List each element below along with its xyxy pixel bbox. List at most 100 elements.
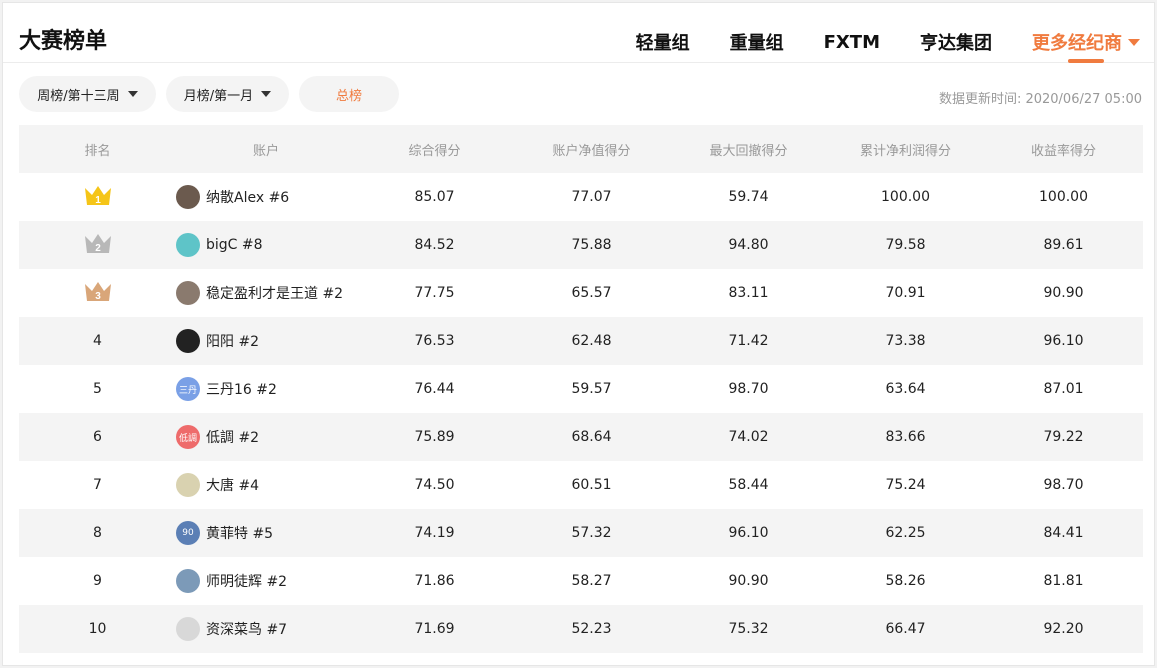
table-row[interactable]: 1 纳散Alex #6 85.07 77.07 59.74 100.00 100.00 (19, 173, 1143, 221)
account-cell: 低調 低調 #2 (176, 413, 356, 461)
net-profit-score-cell: 79.58 (885, 237, 926, 253)
chevron-down-icon (127, 91, 138, 97)
avatar[interactable] (176, 185, 200, 209)
avatar[interactable] (176, 233, 200, 257)
table-row[interactable]: 2 bigC #8 84.52 75.88 94.80 79.58 89.61 (19, 221, 1143, 269)
crown-rank-label: 1 (95, 195, 101, 206)
tab-hantec[interactable]: 亨达集团 (920, 29, 992, 55)
drawdown-score-cell: 59.74 (728, 189, 769, 205)
column-header-equity: 账户净值得分 (552, 143, 631, 159)
net-profit-score-cell: 70.91 (885, 285, 926, 301)
drawdown-score-cell: 58.44 (728, 477, 769, 493)
weekly-dropdown[interactable]: 周榜/第十三周 (19, 76, 156, 112)
avatar[interactable] (176, 329, 200, 353)
return-score-cell: 98.70 (1043, 477, 1084, 493)
crown-icon: 3 (84, 279, 112, 307)
drawdown-score-cell: 83.11 (728, 285, 769, 301)
account-name[interactable]: 资深菜鸟 #7 (206, 619, 287, 639)
account-name[interactable]: 低調 #2 (206, 427, 259, 447)
drawdown-score-cell: 74.02 (728, 429, 769, 445)
avatar[interactable] (176, 569, 200, 593)
equity-score-cell: 52.23 (571, 621, 612, 637)
avatar[interactable]: 三丹 (176, 377, 200, 401)
tab-more-brokers[interactable]: 更多经纪商 (1032, 29, 1140, 63)
rank-label: 5 (93, 381, 102, 397)
tab-heavyweight[interactable]: 重量组 (730, 29, 784, 55)
equity-score-cell: 65.57 (571, 285, 612, 301)
column-header-rank: 排名 (84, 143, 111, 159)
net-profit-score-cell: 63.64 (885, 381, 926, 397)
account-name[interactable]: 黄菲特 #5 (206, 523, 273, 543)
page-title: 大赛榜单 (19, 29, 108, 54)
overall-score-cell: 75.89 (414, 429, 455, 445)
table-row[interactable]: 4 阳阳 #2 76.53 62.48 71.42 73.38 96.10 (19, 317, 1143, 365)
overall-score-cell: 76.44 (414, 381, 455, 397)
table-row[interactable]: 5 三丹 三丹16 #2 76.44 59.57 98.70 63.64 87.01 (19, 365, 1143, 413)
net-profit-score-cell: 100.00 (881, 189, 930, 205)
rank-label: 7 (93, 477, 102, 493)
table-row[interactable]: 7 大唐 #4 74.50 60.51 58.44 75.24 98.70 (19, 461, 1143, 509)
avatar[interactable]: 90 (176, 521, 200, 545)
equity-score-cell: 68.64 (571, 429, 612, 445)
return-score-cell: 87.01 (1043, 381, 1084, 397)
column-header-account: 账户 (252, 143, 279, 159)
table-row[interactable]: 10 资深菜鸟 #7 71.69 52.23 75.32 66.47 92.20 (19, 605, 1143, 653)
avatar[interactable]: 低調 (176, 425, 200, 449)
account-name[interactable]: 纳散Alex #6 (206, 187, 289, 207)
return-score-cell: 84.41 (1043, 525, 1084, 541)
return-score-cell: 100.00 (1039, 189, 1088, 205)
monthly-dropdown[interactable]: 月榜/第一月 (166, 76, 289, 112)
leaderboard-card: 大赛榜单 轻量组 重量组 FXTM 亨达集团 更多经纪商 周榜/第十三周 月榜/… (2, 2, 1155, 666)
monthly-dropdown-label: 月榜/第一月 (183, 88, 254, 104)
account-cell: 资深菜鸟 #7 (176, 605, 356, 653)
account-cell: 90 黄菲特 #5 (176, 509, 356, 557)
drawdown-score-cell: 71.42 (728, 333, 769, 349)
account-name[interactable]: 三丹16 #2 (206, 379, 277, 399)
table-row[interactable]: 3 稳定盈利才是王道 #2 77.75 65.57 83.11 70.91 90.90 (19, 269, 1143, 317)
account-cell: 纳散Alex #6 (176, 173, 356, 221)
column-header-return: 收益率得分 (1030, 143, 1096, 159)
tab-more-brokers-label: 更多经纪商 (1032, 33, 1122, 54)
account-name[interactable]: 大唐 #4 (206, 475, 259, 495)
equity-score-cell: 59.57 (571, 381, 612, 397)
chevron-down-icon (1128, 39, 1140, 46)
account-cell: 师明徒辉 #2 (176, 557, 356, 605)
rank-cell: 10 (19, 605, 176, 653)
tab-fxtm[interactable]: FXTM (824, 32, 880, 53)
return-score-cell: 90.90 (1043, 285, 1084, 301)
return-score-cell: 92.20 (1043, 621, 1084, 637)
table-row[interactable]: 9 师明徒辉 #2 71.86 58.27 90.90 58.26 81.81 (19, 557, 1143, 605)
net-profit-score-cell: 58.26 (885, 573, 926, 589)
table-header-row: 排名 账户 综合得分 账户净值得分 最大回撤得分 累计净利润得分 收益率得分 (19, 125, 1143, 173)
column-header-overall: 综合得分 (408, 143, 461, 159)
overall-score-cell: 76.53 (414, 333, 455, 349)
rank-cell: 5 (19, 365, 176, 413)
account-cell: bigC #8 (176, 221, 356, 269)
header: 大赛榜单 轻量组 重量组 FXTM 亨达集团 更多经纪商 (3, 3, 1154, 63)
drawdown-score-cell: 90.90 (728, 573, 769, 589)
table-row[interactable]: 8 90 黄菲特 #5 74.19 57.32 96.10 62.25 84.41 (19, 509, 1143, 557)
avatar[interactable] (176, 281, 200, 305)
overall-score-cell: 74.19 (414, 525, 455, 541)
net-profit-score-cell: 66.47 (885, 621, 926, 637)
avatar[interactable] (176, 617, 200, 641)
account-name[interactable]: 稳定盈利才是王道 #2 (206, 283, 343, 303)
account-name[interactable]: 师明徒辉 #2 (206, 571, 287, 591)
update-time: 数据更新时间: 2020/06/27 05:00 (938, 92, 1142, 107)
avatar[interactable] (176, 473, 200, 497)
return-score-cell: 96.10 (1043, 333, 1084, 349)
account-cell: 稳定盈利才是王道 #2 (176, 269, 356, 317)
account-name[interactable]: 阳阳 #2 (206, 331, 259, 351)
drawdown-score-cell: 96.10 (728, 525, 769, 541)
rank-cell: 8 (19, 509, 176, 557)
rank-cell: 6 (19, 413, 176, 461)
net-profit-score-cell: 62.25 (885, 525, 926, 541)
total-button[interactable]: 总榜 (299, 76, 399, 112)
tab-lightweight[interactable]: 轻量组 (636, 29, 690, 55)
broker-tabs: 轻量组 重量组 FXTM 亨达集团 更多经纪商 (596, 29, 1140, 63)
rank-cell: 1 (19, 173, 176, 221)
net-profit-score-cell: 83.66 (885, 429, 926, 445)
table-row[interactable]: 6 低調 低調 #2 75.89 68.64 74.02 83.66 79.22 (19, 413, 1143, 461)
account-name[interactable]: bigC #8 (206, 237, 263, 253)
rank-label: 8 (93, 525, 102, 541)
